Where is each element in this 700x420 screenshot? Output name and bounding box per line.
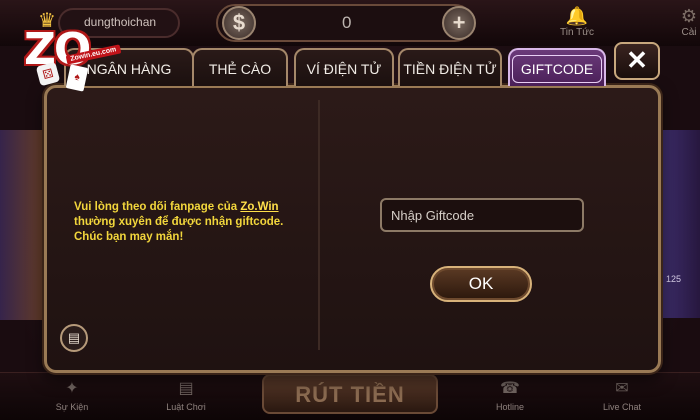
giftcode-input[interactable] <box>380 198 584 232</box>
hotline-label: Hotline <box>495 402 524 412</box>
news-label: Tin Tức <box>560 27 594 38</box>
settings-label: Cài <box>681 27 697 38</box>
phone-icon: ☎ <box>500 380 520 397</box>
history-note-icon[interactable]: ▤ <box>60 324 88 352</box>
tab-ewallet-label: VÍ ĐIỆN TỬ <box>306 61 382 77</box>
events-label: Sự Kiện <box>55 402 89 412</box>
settings-button[interactable]: ⚙ Cài <box>664 6 700 38</box>
news-button[interactable]: 🔔 Tin Tức <box>552 6 602 38</box>
card-icon: ♠ <box>65 64 89 92</box>
live-chat-button[interactable]: ✉ Live Chat <box>592 378 652 412</box>
bell-icon: 🔔 <box>565 6 589 26</box>
live-chat-label: Live Chat <box>602 402 642 412</box>
tab-ewallet[interactable]: VÍ ĐIỆN TỬ <box>294 48 394 86</box>
modal-divider <box>318 100 320 350</box>
ok-button[interactable]: OK <box>430 266 532 302</box>
tab-card-label: THẺ CÀO <box>208 61 272 77</box>
zowin-logo: ♛ ZO Zowin.eu.com ⚄ ♠ <box>8 8 122 92</box>
tab-giftcode-label: GIFTCODE <box>511 55 603 83</box>
rules-label: Luật Chơi <box>166 402 206 412</box>
tab-crypto-label: TIỀN ĐIỆN TỬ <box>403 61 497 77</box>
game-banner-left[interactable] <box>0 130 46 320</box>
balance-value: 0 <box>342 13 352 32</box>
rules-button[interactable]: ▤ Luật Chơi <box>156 378 216 412</box>
giftcode-info-text: Vui lòng theo dõi fanpage của Zo.Win thư… <box>74 200 304 245</box>
fanpage-link[interactable]: Zo.Win <box>240 201 278 213</box>
info-prefix: Vui lòng theo dõi fanpage của <box>74 201 241 213</box>
chat-icon: ✉ <box>615 380 629 397</box>
info-line2: thường xuyên để được nhận giftcode. <box>74 216 284 228</box>
tab-crypto[interactable]: TIỀN ĐIỆN TỬ <box>398 48 502 86</box>
withdraw-button[interactable]: RÚT TIỀN <box>262 374 438 414</box>
hotline-button[interactable]: ☎ Hotline <box>480 378 540 412</box>
gear-icon: ⚙ <box>680 6 698 26</box>
tab-giftcode[interactable]: GIFTCODE <box>508 48 606 86</box>
game-banner-right[interactable] <box>656 130 700 318</box>
add-balance-button[interactable]: + <box>442 6 476 40</box>
close-button[interactable]: ✕ <box>614 42 660 80</box>
info-line3: Chúc bạn may mắn! <box>74 231 184 243</box>
rules-icon: ▤ <box>178 380 194 397</box>
star-icon: ✦ <box>65 380 79 397</box>
tab-card[interactable]: THẺ CÀO <box>192 48 288 86</box>
events-button[interactable]: ✦ Sự Kiện <box>42 378 102 412</box>
right-banner-badge: 125 <box>666 274 682 284</box>
currency-icon[interactable]: $ <box>222 6 256 40</box>
